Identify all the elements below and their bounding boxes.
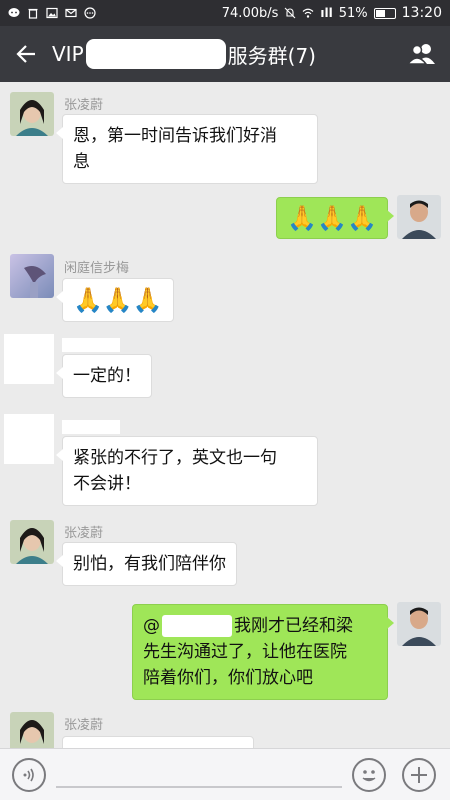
sender-name: 张凌蔚: [64, 526, 104, 541]
sender-name: 闲庭信步梅: [64, 261, 130, 276]
mute-icon: [285, 7, 296, 19]
sender-name: 张凌蔚: [64, 98, 104, 113]
message-text: 紧张的不行了，英文也一句: [73, 448, 277, 468]
message-text: 一定的！: [73, 366, 141, 386]
message-bubble[interactable]: [62, 736, 254, 748]
redacted-block: [85, 39, 226, 69]
chat-notification-icon: [8, 8, 20, 17]
chat-area[interactable]: 张凌蔚 恩，第一时间告诉我们好消 息 🙏🙏🙏 闲庭信步梅 🙏🙏🙏 一定的！ 紧张…: [0, 82, 450, 748]
more-functions-button[interactable]: [402, 758, 436, 792]
message-text: 别怕，有我们陪伴你: [73, 554, 226, 574]
mention-at: @: [143, 616, 160, 636]
message-bubble[interactable]: 别怕，有我们陪伴你: [56, 542, 237, 586]
avatar[interactable]: [10, 712, 54, 748]
mail-icon: [65, 8, 77, 18]
battery-percent: 51%: [338, 5, 368, 21]
avatar[interactable]: [10, 92, 54, 136]
voice-input-button[interactable]: [12, 758, 46, 792]
emoji-pray-text: 🙏🙏🙏: [73, 286, 163, 314]
message-bubble[interactable]: 🙏🙏🙏: [276, 197, 394, 239]
redacted-sender-name: [62, 338, 120, 352]
voice-wave-icon: [23, 768, 34, 782]
message-bubble[interactable]: 一定的！: [56, 354, 152, 398]
group-people-icon: [407, 44, 435, 65]
trash-icon: [28, 8, 38, 19]
message-text: 恩，第一时间告诉我们好消: [73, 126, 277, 146]
battery-icon: [373, 7, 396, 19]
signal-indicator: ıll: [320, 6, 333, 20]
input-bar: [0, 748, 450, 800]
sender-name: 张凌蔚: [64, 718, 104, 733]
message-bubble[interactable]: @ 我刚才已经和梁 先生沟通过了，让他在医院 陪着你们，你们放心吧: [132, 604, 394, 700]
message-bubble[interactable]: 紧张的不行了，英文也一句 不会讲！: [56, 436, 318, 506]
emoji-button[interactable]: [352, 758, 386, 792]
message-bubble[interactable]: 恩，第一时间告诉我们好消 息: [56, 114, 318, 184]
avatar[interactable]: [397, 602, 441, 646]
message-text: 不会讲！: [73, 474, 141, 494]
title-suffix: 服务群(7): [227, 43, 316, 68]
image-icon: [46, 7, 58, 19]
more-icon: [84, 7, 96, 19]
redacted-mention: [162, 615, 232, 637]
title-bar: VIP 服务群(7): [0, 26, 450, 82]
title-prefix: VIP: [52, 42, 84, 66]
redacted-avatar: [4, 414, 54, 464]
network-speed: 74.00b/s: [221, 5, 279, 21]
message-bubble[interactable]: 🙏🙏🙏: [56, 278, 174, 322]
group-members-button[interactable]: [394, 26, 450, 82]
message-input[interactable]: [56, 786, 342, 788]
plus-icon: [411, 767, 427, 783]
emoji-pray-text: 🙏🙏🙏: [287, 204, 377, 232]
avatar[interactable]: [10, 254, 54, 298]
message-text: 陪着你们，你们放心吧: [143, 668, 313, 688]
chat-title: VIP 服务群(7): [52, 39, 316, 69]
wifi-icon: [302, 8, 314, 18]
clock: 13:20: [401, 5, 442, 21]
smiley-icon: [362, 770, 376, 782]
avatar[interactable]: [397, 195, 441, 239]
redacted-sender-name: [62, 420, 120, 434]
back-button[interactable]: [0, 26, 52, 82]
message-text: 我刚才已经和梁: [234, 616, 353, 636]
arrow-left-icon: [16, 45, 35, 63]
message-text: 息: [73, 152, 90, 172]
status-bar: 74.00b/s ıll 51% 13:20: [0, 0, 450, 26]
avatar[interactable]: [10, 520, 54, 564]
redacted-avatar: [4, 334, 54, 384]
message-text: 先生沟通过了，让他在医院: [143, 642, 347, 662]
